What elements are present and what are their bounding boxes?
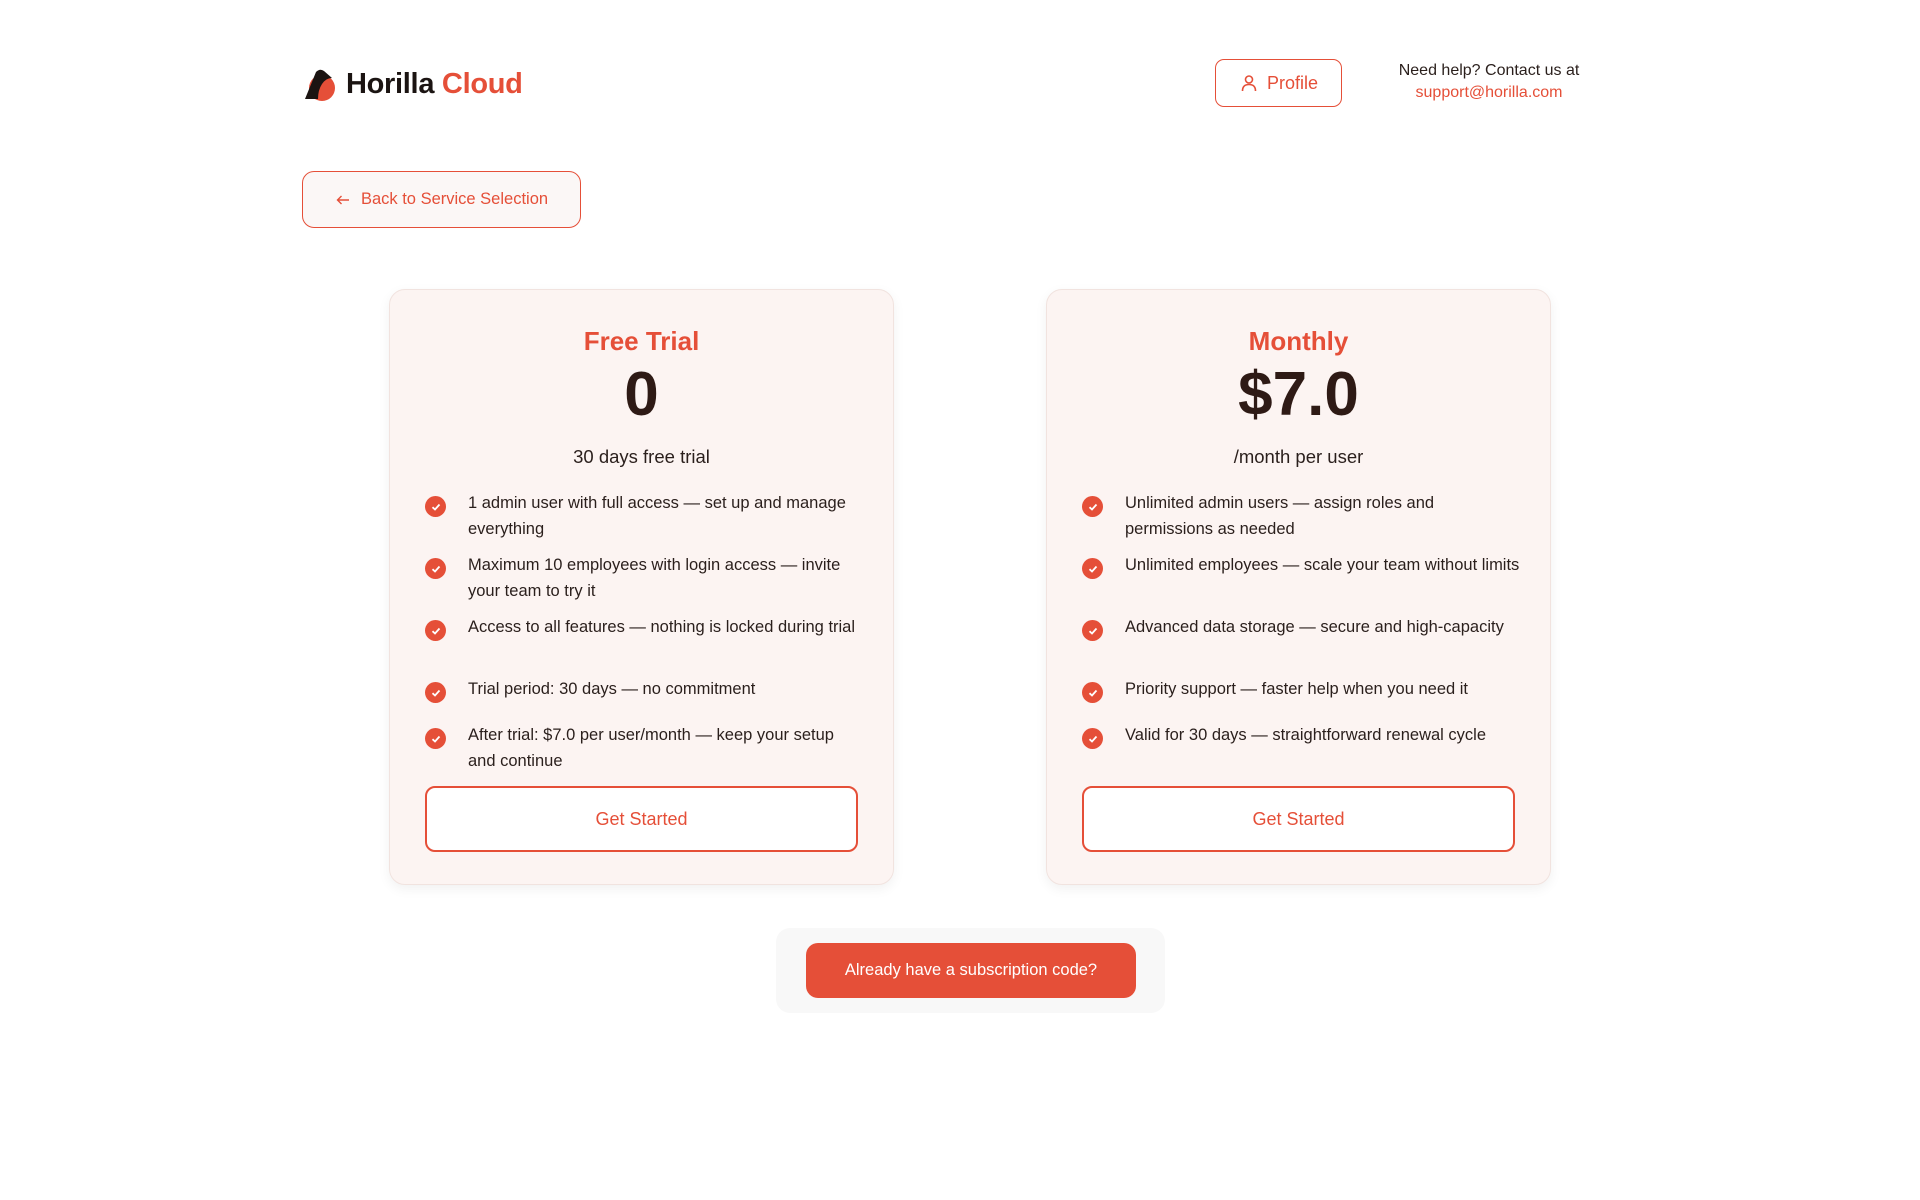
help-contact: Need help? Contact us at support@horilla… (1384, 60, 1594, 104)
header: Horilla Cloud Profile Need help? Contact… (302, 58, 1592, 108)
check-circle-icon (1082, 728, 1103, 749)
check-circle-icon (425, 620, 446, 641)
check-circle-icon (1082, 558, 1103, 579)
logo[interactable]: Horilla Cloud (302, 64, 523, 104)
plan-card-monthly: Monthly $7.0 /month per user Unlimited a… (1046, 289, 1551, 885)
get-started-button[interactable]: Get Started (1082, 786, 1515, 852)
feature-item: Maximum 10 employees with login access —… (425, 552, 865, 604)
subscription-code-panel: Already have a subscription code? (776, 928, 1165, 1013)
feature-text: Valid for 30 days — straightforward rene… (1125, 726, 1487, 744)
logo-text-main: Horilla (346, 67, 435, 100)
plan-price: 0 (624, 360, 659, 429)
check-circle-icon (425, 728, 446, 749)
feature-item: After trial: $7.0 per user/month — keep … (425, 722, 865, 774)
check-circle-icon (1082, 682, 1103, 703)
check-circle-icon (425, 558, 446, 579)
plan-card-free-trial: Free Trial 0 30 days free trial 1 admin … (389, 289, 894, 885)
feature-item: Valid for 30 days — straightforward rene… (1082, 722, 1486, 749)
plan-title: Free Trial (583, 326, 700, 356)
feature-item: Priority support — faster help when you … (1082, 676, 1468, 703)
profile-label: Profile (1266, 72, 1319, 93)
plan-title: Monthly (1248, 326, 1349, 356)
user-icon (1241, 75, 1257, 92)
feature-text: Unlimited admin users — assign roles and… (1125, 494, 1435, 538)
feature-item: 1 admin user with full access — set up a… (425, 490, 865, 542)
check-circle-icon (425, 496, 446, 517)
feature-text: Access to all features — nothing is lock… (468, 618, 856, 636)
check-circle-icon (425, 682, 446, 703)
subscription-code-button[interactable]: Already have a subscription code? (806, 943, 1136, 998)
check-circle-icon (1082, 620, 1103, 641)
check-circle-icon (1082, 496, 1103, 517)
plan-price: $7.0 (1238, 360, 1359, 429)
feature-item: Advanced data storage — secure and high-… (1082, 614, 1504, 641)
support-email-link[interactable]: support@horilla.com (1384, 82, 1594, 104)
feature-text: After trial: $7.0 per user/month — keep … (468, 726, 834, 770)
back-button-label: Back to Service Selection (360, 190, 549, 208)
feature-item: Trial period: 30 days — no commitment (425, 676, 755, 703)
feature-text: Advanced data storage — secure and high-… (1125, 618, 1504, 636)
plan-subtitle: /month per user (1233, 446, 1364, 467)
feature-text: 1 admin user with full access — set up a… (468, 494, 846, 538)
feature-text: Trial period: 30 days — no commitment (468, 680, 756, 698)
feature-item: Unlimited admin users — assign roles and… (1082, 490, 1522, 542)
horilla-logo-icon (305, 69, 335, 101)
back-to-service-selection-button[interactable]: Back to Service Selection (302, 171, 581, 228)
logo-text-accent: Cloud (441, 67, 523, 100)
arrow-left-icon (336, 195, 349, 204)
logo-text: Horilla Cloud (346, 68, 523, 101)
feature-text: Unlimited employees — scale your team wi… (1125, 556, 1520, 574)
get-started-button[interactable]: Get Started (425, 786, 858, 852)
pricing-page: Horilla Cloud Profile Need help? Contact… (0, 0, 1920, 1200)
plan-subtitle: 30 days free trial (573, 446, 710, 467)
feature-item: Unlimited employees — scale your team wi… (1082, 552, 1519, 579)
profile-button[interactable]: Profile (1215, 59, 1342, 107)
help-text: Need help? Contact us at (1398, 62, 1580, 79)
feature-item: Access to all features — nothing is lock… (425, 614, 855, 641)
feature-text: Maximum 10 employees with login access —… (468, 556, 841, 600)
feature-text: Priority support — faster help when you … (1125, 680, 1469, 698)
